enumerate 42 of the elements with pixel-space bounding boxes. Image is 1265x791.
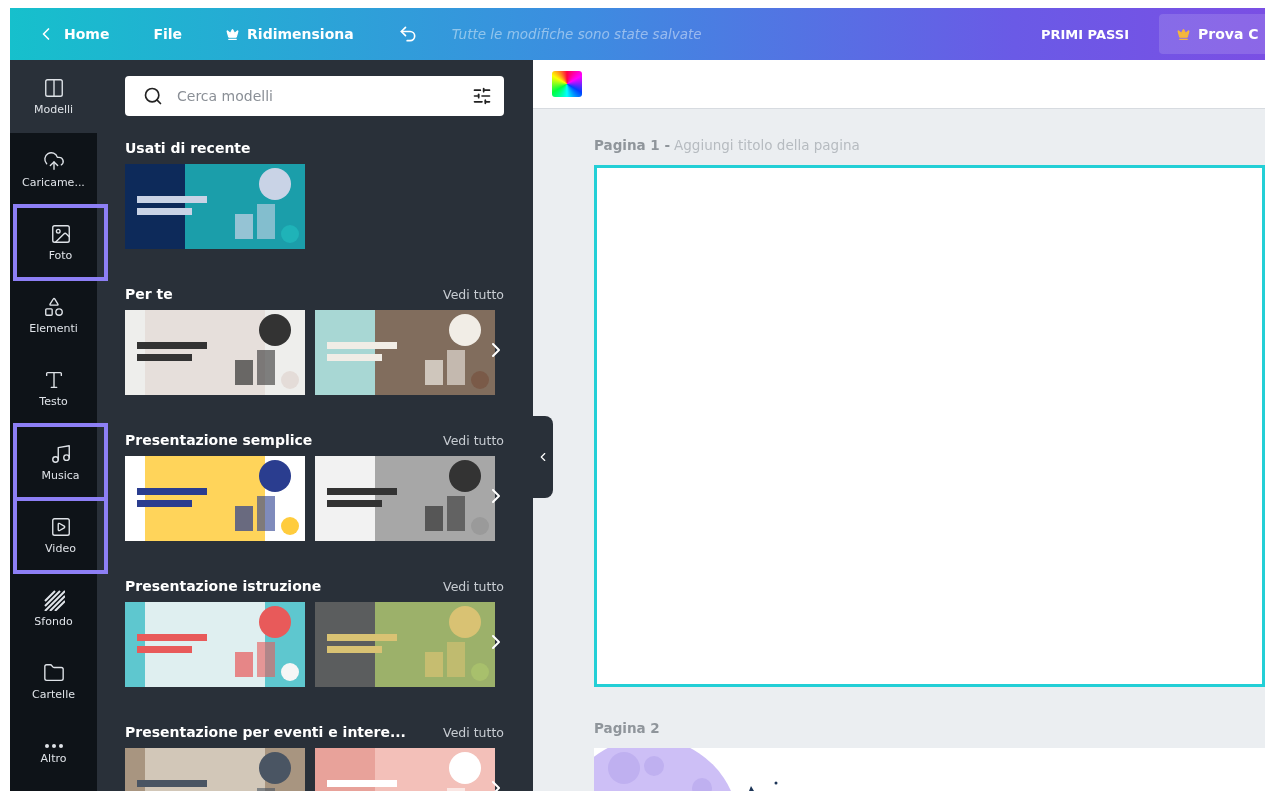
sidebar-tab[interactable]: Sfondo xyxy=(10,571,97,645)
see-all-link[interactable]: Vedi tutto xyxy=(443,724,504,740)
image-icon xyxy=(49,223,72,246)
section-title: Per te xyxy=(125,286,173,302)
see-all-link[interactable]: Vedi tutto xyxy=(443,578,504,594)
search-field[interactable]: Cerca modelli xyxy=(175,87,460,105)
hatch-icon xyxy=(42,588,65,611)
search-bar[interactable]: Cerca modelli xyxy=(125,76,504,116)
sidebar-tab[interactable]: Foto xyxy=(15,206,106,280)
shapes-icon xyxy=(42,296,65,319)
sidebar-tab[interactable]: Cartelle xyxy=(10,644,97,718)
sidebar-tab[interactable]: Caricame... xyxy=(10,133,97,207)
crown-icon xyxy=(1177,27,1190,41)
sidebar-tab[interactable]: Modelli xyxy=(10,60,97,134)
section-title: Presentazione istruzione xyxy=(125,578,322,594)
search-icon xyxy=(143,86,163,106)
see-all-link[interactable]: Vedi tutto xyxy=(443,286,504,302)
undo-button[interactable] xyxy=(397,24,418,44)
section-title: Usati di recente xyxy=(125,140,251,156)
color-palette-icon[interactable] xyxy=(552,71,582,97)
folder-icon xyxy=(42,661,65,684)
trial-button[interactable]: Prova C xyxy=(1159,14,1265,54)
more-icon xyxy=(44,743,63,748)
crown-icon xyxy=(226,27,240,41)
collapse-handle[interactable] xyxy=(533,416,553,498)
see-all-link[interactable]: Vedi tutto xyxy=(443,432,504,448)
help-button[interactable]: PRIMI PASSI xyxy=(1034,25,1135,43)
filter-icon[interactable] xyxy=(472,86,492,106)
page-label: Pagina 1 - xyxy=(594,137,671,155)
sidebar-tab[interactable]: Altro xyxy=(10,717,97,791)
sidebar-tab[interactable]: Musica xyxy=(15,425,106,499)
video-icon xyxy=(49,515,72,538)
section-title: Presentazione per eventi e intere... xyxy=(125,724,406,740)
cloud-upload-icon xyxy=(42,150,65,173)
sidebar-tab[interactable]: Testo xyxy=(10,352,97,426)
layout-icon xyxy=(42,77,65,100)
section-title: Presentazione semplice xyxy=(125,432,313,448)
page-label: Pagina 2 xyxy=(594,720,660,738)
music-note-icon xyxy=(49,442,72,465)
sidebar-tab[interactable]: Elementi xyxy=(10,279,97,353)
sidebar-tab[interactable]: Video xyxy=(15,498,106,572)
save-status: Tutte le modifiche sono state salvate xyxy=(451,26,702,42)
